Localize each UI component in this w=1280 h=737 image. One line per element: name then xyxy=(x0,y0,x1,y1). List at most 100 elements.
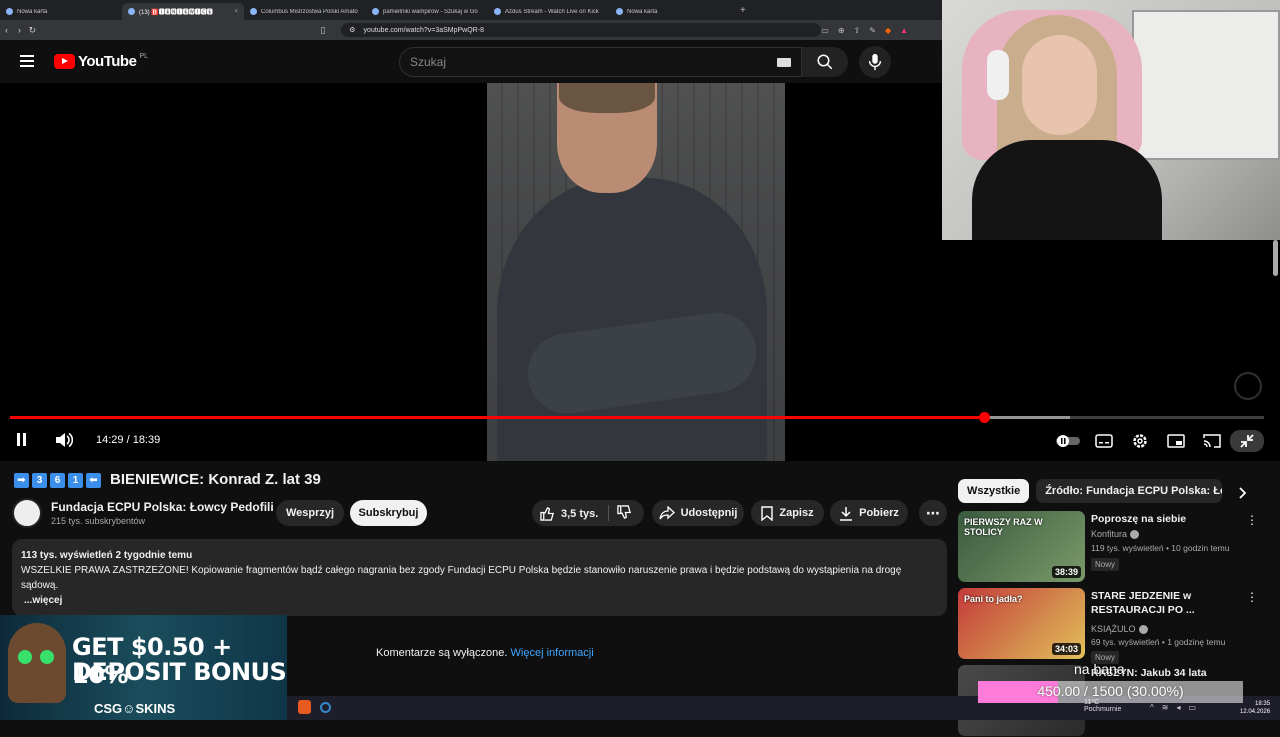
join-button[interactable]: Wesprzyj xyxy=(276,500,344,526)
clock-time: 18:35 xyxy=(1255,701,1271,707)
volume-button[interactable] xyxy=(55,432,74,453)
reload-icon[interactable]: ↻ xyxy=(26,25,39,36)
show-more-button[interactable]: ...więcej xyxy=(21,593,938,608)
recommendation-channel[interactable]: Konfitura xyxy=(1091,529,1140,539)
goal-label: na bana xyxy=(1074,661,1125,677)
keyboard-icon[interactable] xyxy=(777,58,791,67)
video-duration: 38:39 xyxy=(1051,566,1081,578)
brave-browser-icon[interactable] xyxy=(298,700,311,714)
verified-icon xyxy=(1130,529,1140,539)
new-badge: Nowy xyxy=(1091,558,1120,571)
pause-button[interactable] xyxy=(17,433,26,446)
subscribe-button[interactable]: Subskrybuj xyxy=(350,500,427,526)
description-box[interactable]: 113 tys. wyświetleń 2 tygodnie temu WSZE… xyxy=(12,539,947,616)
filter-chip[interactable]: Wszystkie xyxy=(958,479,1030,503)
fullscreen-button[interactable] xyxy=(1230,430,1264,452)
recommendation-item[interactable]: PIERWSZY RAZ W STOLICY 38:39 Poproszę na s… xyxy=(958,511,1258,583)
title-emoji: ⬅ xyxy=(86,473,101,488)
extension-icon[interactable]: ✎ xyxy=(869,26,876,35)
channel-name[interactable]: Fundacja ECPU Polska: Łowcy Pedofili xyxy=(51,500,274,514)
new-tab-icon[interactable]: + xyxy=(732,5,746,16)
tab-favicon-icon xyxy=(616,8,623,15)
site-settings-icon[interactable]: ⚙ xyxy=(349,26,355,34)
like-divider xyxy=(608,505,609,521)
weather-desc: Pochmurnie xyxy=(1084,706,1122,713)
download-button[interactable]: Pobierz xyxy=(830,500,908,526)
page-scrollbar[interactable] xyxy=(1273,240,1278,276)
logo-text: YouTube xyxy=(78,53,137,70)
like-button[interactable]: 3,5 tys. xyxy=(540,506,598,521)
close-tab-icon[interactable]: × xyxy=(234,9,238,15)
browser-tab[interactable]: Nowa karta xyxy=(0,3,122,20)
progress-scrubber-handle[interactable] xyxy=(978,412,990,423)
channel-watermark-icon[interactable] xyxy=(1234,372,1262,400)
subtitles-button[interactable] xyxy=(1086,431,1122,451)
clock-date: 12.04.2026 xyxy=(1240,709,1271,715)
more-vert-icon[interactable]: ⋮ xyxy=(1246,590,1258,604)
bookmark-icon[interactable]: ▯ xyxy=(316,25,329,36)
tab-title: Azdus Stream - Watch Live on Kick xyxy=(505,8,599,15)
microphone-icon xyxy=(868,53,882,71)
back-icon[interactable]: ‹ xyxy=(0,25,13,35)
video-thumbnail[interactable]: PIERWSZY RAZ W STOLICY 38:39 xyxy=(958,511,1085,582)
brave-rewards-icon[interactable]: ▲ xyxy=(900,26,908,35)
video-duration: 34:03 xyxy=(1051,643,1081,655)
browser-tab[interactable]: Columbus Mistrzostwa Polski Amato xyxy=(244,3,366,20)
ad-line-2: DEPOSIT BONUS xyxy=(72,658,287,686)
like-count: 3,5 tys. xyxy=(561,507,599,520)
taskbar-clock[interactable]: 18:35 12.04.2026 xyxy=(1240,700,1270,716)
player-controls-right xyxy=(1050,430,1264,452)
taskbar-app-icon[interactable] xyxy=(320,702,331,713)
chevron-up-icon[interactable]: ^ xyxy=(1150,703,1154,712)
video-frame[interactable] xyxy=(487,83,785,461)
streamer-webcam xyxy=(942,0,1280,240)
recommendation-channel[interactable]: KSIĄŻULO xyxy=(1091,624,1148,634)
search-input[interactable] xyxy=(410,55,760,69)
hamburger-menu-icon[interactable] xyxy=(20,55,34,67)
mascot-eye xyxy=(40,650,54,664)
video-thumbnail[interactable]: Pani to jadła? 34:03 xyxy=(958,588,1085,659)
subtitles-icon xyxy=(1095,434,1113,448)
filter-chip[interactable]: Źródło: Fundacja ECPU Polska: Łowcy xyxy=(1036,479,1223,503)
more-icon: ⋯ xyxy=(926,504,940,521)
browser-tab[interactable]: Azdus Stream - Watch Live on Kick xyxy=(488,3,610,20)
share-icon xyxy=(658,506,675,520)
cast-icon xyxy=(1203,434,1221,448)
recommendation-title: STARE JEDZENIE w RESTAURACJI PO ... xyxy=(1091,590,1195,616)
learn-more-link[interactable]: Więcej informacji xyxy=(511,647,594,659)
browser-tab[interactable]: pamietniki wampirow - Szukaj w Go xyxy=(366,3,488,20)
cast-button[interactable] xyxy=(1194,431,1230,451)
save-button[interactable]: Zapisz xyxy=(751,500,824,526)
forward-icon[interactable]: › xyxy=(13,25,26,35)
more-actions-button[interactable]: ⋯ xyxy=(919,500,947,526)
more-vert-icon[interactable]: ⋮ xyxy=(1246,513,1258,527)
cast-icon[interactable]: ▭ xyxy=(821,26,829,35)
zoom-icon[interactable]: ⊕ xyxy=(838,26,845,35)
share-page-icon[interactable]: ⇪ xyxy=(854,26,861,35)
brave-shield-icon[interactable]: ◆ xyxy=(885,26,891,35)
search-button[interactable] xyxy=(802,47,848,77)
voice-search-button[interactable] xyxy=(859,46,891,78)
channel-avatar[interactable] xyxy=(12,498,42,528)
tab-favicon-icon xyxy=(372,8,379,15)
sponsor-ad-banner: GET $0.50 + 10% DEPOSIT BONUS CSG☺SKINS xyxy=(0,615,287,720)
system-tray[interactable]: ^ ≋ ◂ ▭ xyxy=(1150,703,1196,712)
youtube-logo[interactable]: YouTube PL xyxy=(54,53,148,70)
chevron-right-icon[interactable] xyxy=(1238,486,1247,504)
speaker-icon[interactable]: ◂ xyxy=(1176,703,1180,712)
url-field[interactable]: ⚙ youtube.com/watch?v=3aSMpPwQR-8 xyxy=(341,23,822,37)
wifi-icon[interactable]: ≋ xyxy=(1162,703,1169,712)
battery-icon[interactable]: ▭ xyxy=(1188,703,1196,712)
dislike-button[interactable] xyxy=(617,505,632,525)
autoplay-toggle[interactable] xyxy=(1050,431,1086,451)
browser-tab[interactable]: Nowa karta xyxy=(610,3,732,20)
miniplayer-button[interactable] xyxy=(1158,431,1194,451)
time-display: 14:29 / 18:39 xyxy=(96,434,161,446)
description-text: WSZELKIE PRAWA ZASTRZEŻONE! Kopiowanie f… xyxy=(21,565,902,591)
settings-button[interactable] xyxy=(1122,431,1158,451)
browser-tab[interactable]: (13) 🅱️🅸🅴🅽🅸🅴🆆🅸🅲🅴 × xyxy=(122,3,244,20)
share-button[interactable]: Udostępnij xyxy=(652,500,744,526)
subscriber-count: 215 tys. subskrybentów xyxy=(51,516,146,526)
recommendation-item[interactable]: Pani to jadła? 34:03 STARE JEDZENIE w REST… xyxy=(958,588,1258,664)
search-box[interactable] xyxy=(399,47,802,77)
